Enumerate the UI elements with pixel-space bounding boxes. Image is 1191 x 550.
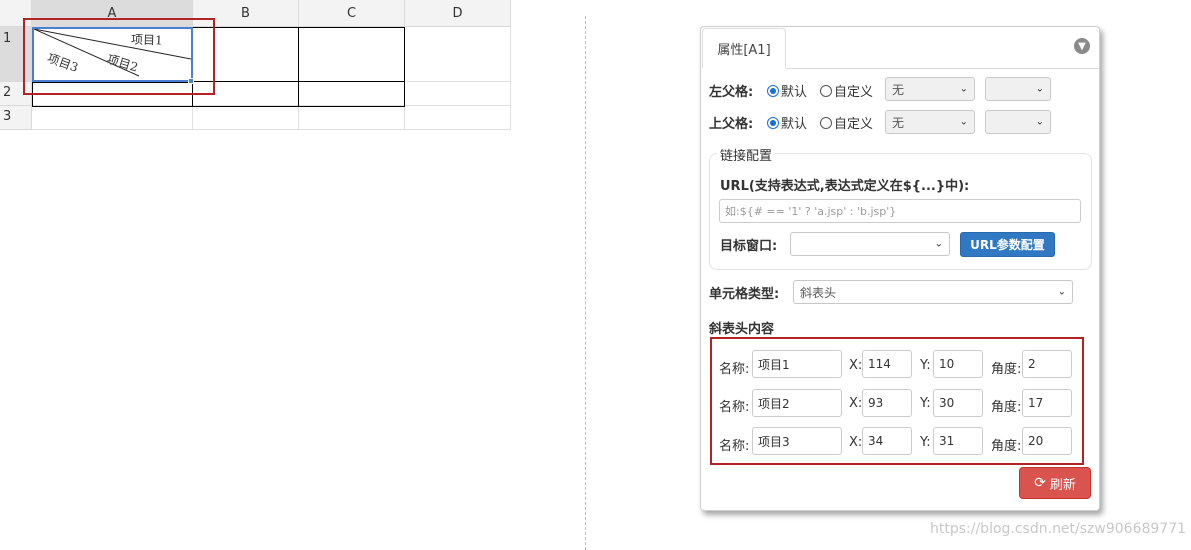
y-label: Y: [920,435,931,450]
chevron-down-circle-icon[interactable]: ▼ [1074,38,1090,54]
column-header-d[interactable]: D [405,0,511,27]
spreadsheet: A B C D 1 2 3 项目1 项目2 项目3 [0,0,512,132]
item-3-x-input[interactable]: 34 [862,427,912,455]
url-label: URL(支持表达式,表达式定义在${...}中): [720,179,970,194]
left-parent-label: 左父格: [709,85,754,100]
name-label: 名称: [719,439,750,454]
url-input[interactable]: 如:${# == '1' ? 'a.jsp' : 'b.jsp'} [719,199,1081,223]
x-label: X: [849,358,863,373]
watermark: https://blog.csdn.net/szw906689771 [930,521,1187,537]
cell-type-label: 单元格类型: [709,287,780,302]
top-parent-radio-default[interactable]: 默认 [767,113,807,132]
x-label: X: [849,435,863,450]
name-label: 名称: [719,362,750,377]
top-parent-label: 上父格: [709,117,754,132]
name-label: 名称: [719,400,750,415]
angle-label: 角度: [991,362,1022,377]
chevron-down-icon: ⌄ [959,116,968,128]
radio-unchecked-icon [820,84,832,97]
item-3-name-input[interactable]: 项目3 [752,427,842,455]
column-header-c[interactable]: C [299,0,405,27]
item-3-y-input[interactable]: 31 [933,427,983,455]
chevron-down-icon: ⌄ [934,238,943,250]
target-window-label: 目标窗口: [720,239,778,254]
angle-label: 角度: [991,400,1022,415]
chevron-down-icon: ⌄ [1035,116,1044,128]
cell-d2[interactable] [405,82,511,106]
refresh-icon: ⟳ [1034,475,1046,491]
cell-a3[interactable] [32,106,193,130]
radio-unchecked-icon [820,116,832,129]
radio-checked-icon [767,84,779,97]
item-2-x-input[interactable]: 93 [862,389,912,417]
left-parent-select-2[interactable]: ⌄ [985,77,1051,101]
item-3-angle-input[interactable]: 20 [1022,427,1072,455]
refresh-button[interactable]: ⟳ 刷新 [1019,467,1091,499]
chevron-down-icon: ⌄ [959,83,968,95]
url-params-button[interactable]: URL参数配置 [960,232,1055,257]
top-parent-select-2[interactable]: ⌄ [985,110,1051,134]
cell-d1[interactable] [405,27,511,82]
top-parent-radio-custom[interactable]: 自定义 [820,113,873,132]
bordered-range-divider [298,27,299,107]
item-1-angle-input[interactable]: 2 [1022,350,1072,378]
highlight-box-sheet [23,18,215,95]
bordered-range-row-line [192,81,405,82]
left-parent-select[interactable]: 无 ⌄ [885,77,975,101]
item-2-y-input[interactable]: 30 [933,389,983,417]
item-1-y-input[interactable]: 10 [933,350,983,378]
row-header-3[interactable]: 3 [0,106,32,130]
tab-underline [786,68,1099,69]
refresh-button-label: 刷新 [1049,477,1076,493]
item-1-name-input[interactable]: 项目1 [752,350,842,378]
left-parent-radio-custom[interactable]: 自定义 [820,81,873,100]
link-config-legend: 链接配置 [717,145,776,164]
chevron-down-icon: ⌄ [1057,286,1066,298]
diagonal-content-title: 斜表头内容 [709,322,775,337]
y-label: Y: [920,396,931,411]
left-parent-radio-default[interactable]: 默认 [767,81,807,100]
cell-type-select[interactable]: 斜表头 ⌄ [793,280,1073,304]
cell-c3[interactable] [299,106,405,130]
tab-properties[interactable]: 属性[A1] [702,28,786,68]
x-label: X: [849,396,863,411]
pane-divider[interactable] [585,16,586,550]
item-1-x-input[interactable]: 114 [862,350,912,378]
property-panel: 属性[A1] ▼ 左父格: 默认 自定义 无 ⌄ ⌄ 上父格: 默认 自定义 无 ⌄… [700,26,1100,511]
item-2-angle-input[interactable]: 17 [1022,389,1072,417]
item-2-name-input[interactable]: 项目2 [752,389,842,417]
target-window-select[interactable]: ⌄ [790,232,950,256]
angle-label: 角度: [991,439,1022,454]
cell-d3[interactable] [405,106,511,130]
cell-b3[interactable] [193,106,299,130]
radio-checked-icon [767,116,779,129]
y-label: Y: [920,358,931,373]
chevron-down-icon: ⌄ [1035,83,1044,95]
top-parent-select[interactable]: 无 ⌄ [885,110,975,134]
